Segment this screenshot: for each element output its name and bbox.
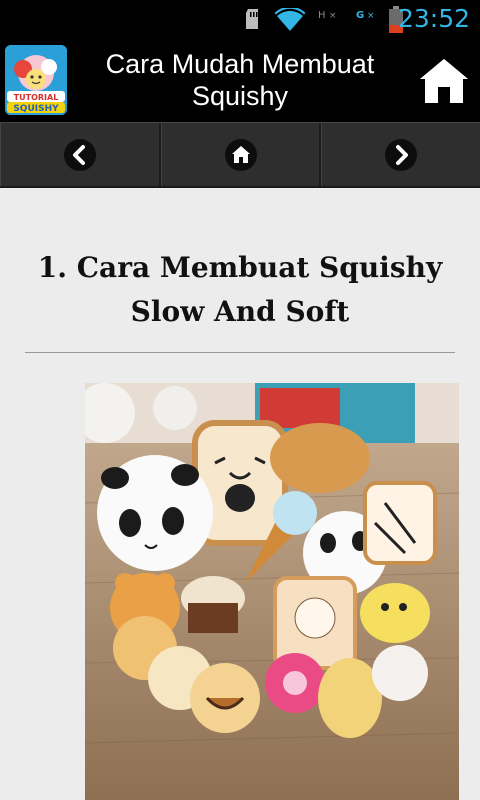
home-icon[interactable] (418, 55, 470, 107)
chevron-left-icon (63, 138, 96, 171)
status-bar: H × G × 23:52 (0, 0, 480, 40)
navigation-bar (0, 122, 480, 188)
signal-1-icon: H × (318, 10, 337, 21)
signal-2-icon: G × (356, 10, 375, 21)
app-title: Cara Mudah Membuat Squishy (105, 49, 375, 111)
article-title: 1. Cara Membuat Squishy Slow And Soft (37, 251, 443, 328)
sd-card-icon (246, 9, 258, 29)
chevron-right-icon (385, 138, 418, 171)
divider (25, 352, 455, 353)
svg-text:×: × (367, 11, 375, 21)
nav-home-button[interactable] (160, 123, 322, 186)
nav-back-button[interactable] (0, 123, 161, 186)
squishy-logo-icon: TUTORIAL SQUISHY (5, 45, 67, 115)
svg-text:H: H (318, 10, 326, 21)
app-bar: TUTORIAL SQUISHY Cara Mudah Membuat Squi… (0, 40, 480, 122)
nav-forward-button[interactable] (321, 123, 480, 186)
clock: 23:52 (397, 4, 470, 33)
article-content: 1. Cara Membuat Squishy Slow And Soft (0, 188, 480, 800)
svg-text:G: G (356, 10, 364, 21)
squishy-photo (85, 383, 459, 800)
svg-text:SQUISHY: SQUISHY (13, 104, 59, 114)
svg-text:TUTORIAL: TUTORIAL (14, 93, 59, 102)
home-icon (224, 138, 257, 171)
svg-text:×: × (329, 11, 337, 21)
app-logo[interactable]: TUTORIAL SQUISHY (5, 45, 67, 115)
wifi-icon (274, 8, 306, 31)
